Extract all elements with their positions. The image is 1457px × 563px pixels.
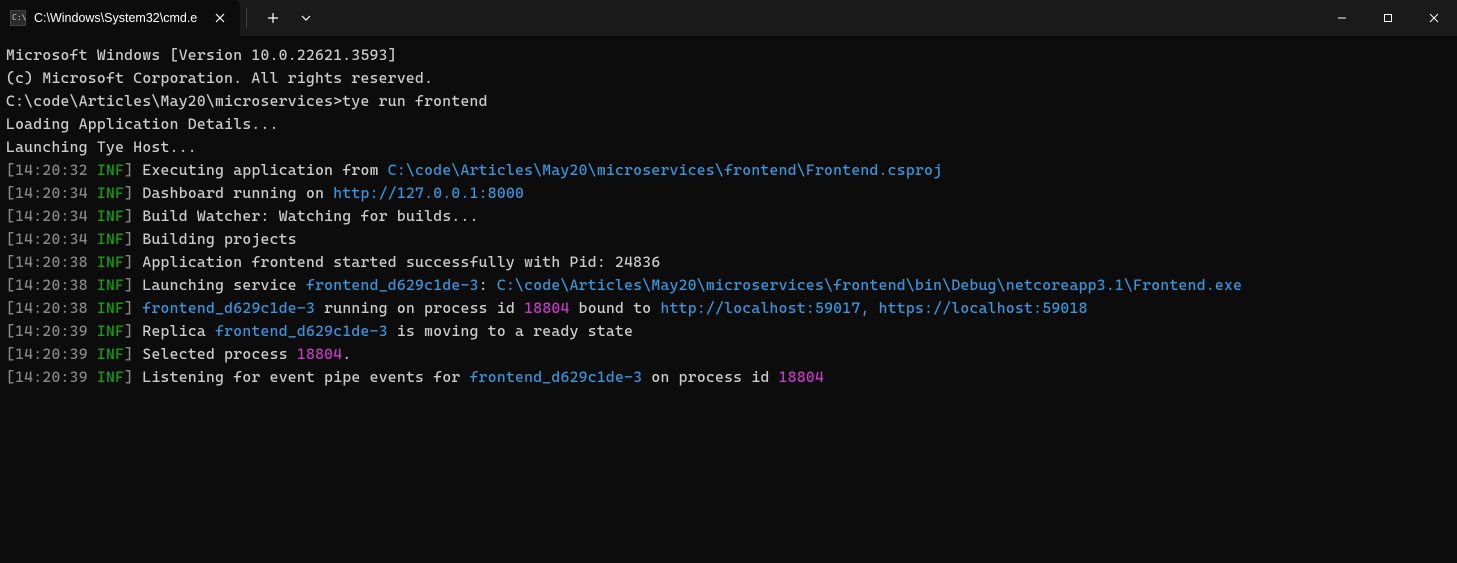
cmd-icon: C:\ bbox=[10, 10, 26, 26]
log-line: [14:20:34 INF] Build Watcher: Watching f… bbox=[6, 205, 1451, 228]
log-line: [14:20:34 INF] Building projects bbox=[6, 228, 1451, 251]
tab-divider bbox=[246, 8, 247, 28]
titlebar: C:\ C:\Windows\System32\cmd.e bbox=[0, 0, 1457, 36]
tab-dropdown-button[interactable] bbox=[291, 0, 321, 36]
log-line: [14:20:38 INF] Launching service fronten… bbox=[6, 274, 1451, 297]
window-controls bbox=[1319, 0, 1457, 36]
log-line: [14:20:39 INF] Listening for event pipe … bbox=[6, 366, 1451, 389]
minimize-button[interactable] bbox=[1319, 0, 1365, 36]
tab-active[interactable]: C:\ C:\Windows\System32\cmd.e bbox=[0, 0, 240, 36]
close-window-button[interactable] bbox=[1411, 0, 1457, 36]
maximize-button[interactable] bbox=[1365, 0, 1411, 36]
log-line: [14:20:34 INF] Dashboard running on http… bbox=[6, 182, 1451, 205]
tab-title: C:\Windows\System32\cmd.e bbox=[34, 11, 202, 25]
log-line: [14:20:39 INF] Replica frontend_d629c1de… bbox=[6, 320, 1451, 343]
log-line: [14:20:32 INF] Executing application fro… bbox=[6, 159, 1451, 182]
svg-text:C:\: C:\ bbox=[12, 13, 26, 22]
log-line: [14:20:38 INF] Application frontend star… bbox=[6, 251, 1451, 274]
terminal-output[interactable]: Microsoft Windows [Version 10.0.22621.35… bbox=[0, 36, 1457, 397]
log-line: [14:20:39 INF] Selected process 18804. bbox=[6, 343, 1451, 366]
new-tab-button[interactable] bbox=[255, 0, 291, 36]
log-line: [14:20:38 INF] frontend_d629c1de-3 runni… bbox=[6, 297, 1451, 320]
tab-close-button[interactable] bbox=[210, 8, 230, 28]
